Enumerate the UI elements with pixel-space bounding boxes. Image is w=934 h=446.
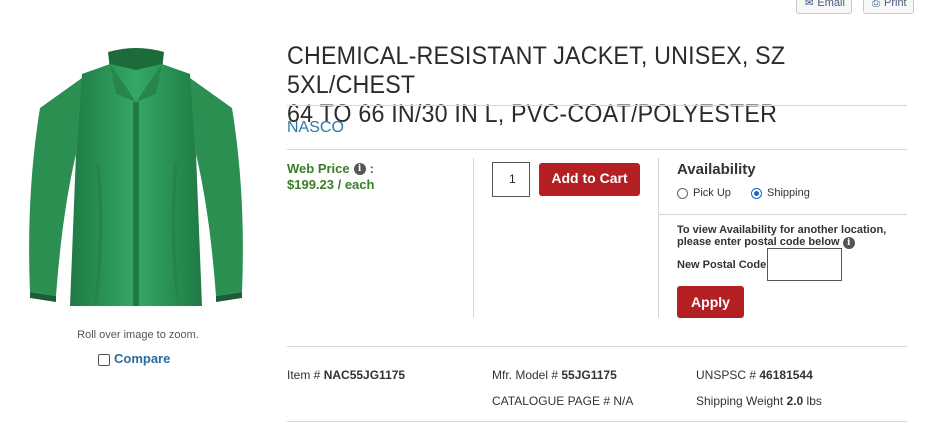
column-divider [473, 158, 474, 318]
info-icon[interactable]: i [842, 237, 855, 249]
catalogue-page-value: N/A [613, 394, 634, 408]
pickup-label[interactable]: Pick Up [693, 187, 731, 199]
mfr-model-label: Mfr. Model # [492, 368, 559, 382]
compare-label[interactable]: Compare [114, 351, 170, 366]
print-button[interactable]: ⎙ Print [863, 0, 914, 14]
item-number: Item # NAC55JG1175 [287, 368, 405, 382]
email-icon: ✉ [805, 0, 814, 9]
item-number-label: Item # [287, 368, 321, 382]
divider [287, 421, 907, 422]
brand-link[interactable]: NASCO [287, 119, 344, 137]
email-label: Email [817, 0, 845, 9]
divider [287, 149, 907, 150]
product-image[interactable] [12, 44, 260, 314]
shipping-option[interactable]: Shipping [751, 187, 810, 199]
printer-icon: ⎙ [872, 0, 880, 9]
availability-note-text: To view Availability for another locatio… [677, 224, 887, 248]
pickup-radio[interactable] [677, 187, 688, 199]
divider [287, 105, 907, 106]
price-value: $199.23 / each [287, 177, 375, 192]
shipping-label[interactable]: Shipping [767, 187, 810, 199]
shipping-radio[interactable] [751, 187, 762, 199]
web-price-text: Web Price [287, 161, 350, 176]
pickup-option[interactable]: Pick Up [677, 187, 731, 199]
info-icon[interactable]: i [353, 162, 366, 175]
unspsc-label: UNSPSC # [696, 368, 757, 382]
add-to-cart-button[interactable]: Add to Cart [539, 163, 640, 196]
web-price-label: Web Price i : [287, 161, 374, 176]
email-button[interactable]: ✉ Email [796, 0, 852, 14]
divider [659, 214, 907, 215]
quantity-input[interactable]: 1 [492, 162, 530, 197]
divider [287, 346, 907, 347]
catalogue-page: CATALOGUE PAGE # N/A [492, 394, 633, 408]
compare-toggle[interactable]: Compare [98, 351, 170, 366]
shipping-weight-unit: lbs [806, 394, 822, 408]
shipping-weight-value: 2.0 [786, 394, 804, 408]
apply-button[interactable]: Apply [677, 286, 744, 318]
print-label: Print [884, 0, 907, 9]
postal-code-input[interactable] [767, 248, 842, 281]
zoom-hint: Roll over image to zoom. [77, 329, 199, 341]
availability-note: To view Availability for another locatio… [677, 224, 892, 249]
mfr-model: Mfr. Model # 55JG1175 [492, 368, 617, 382]
unspsc-value: 46181544 [759, 368, 813, 382]
unspsc: UNSPSC # 46181544 [696, 368, 813, 382]
mfr-model-value: 55JG1175 [561, 368, 617, 382]
shipping-weight-label: Shipping Weight [696, 394, 784, 408]
postal-code-label: New Postal Code [677, 259, 767, 271]
column-divider [658, 158, 659, 318]
web-price-colon: : [369, 161, 374, 176]
shipping-weight: Shipping Weight 2.0 lbs [696, 394, 822, 408]
catalogue-page-label: CATALOGUE PAGE # [492, 394, 611, 408]
item-number-value: NAC55JG1175 [323, 368, 406, 382]
product-title-line-1: CHEMICAL-RESISTANT JACKET, UNISEX, SZ 5X… [287, 42, 786, 99]
compare-checkbox[interactable] [98, 353, 110, 366]
product-title: CHEMICAL-RESISTANT JACKET, UNISEX, SZ 5X… [287, 42, 864, 129]
availability-title: Availability [677, 161, 756, 178]
